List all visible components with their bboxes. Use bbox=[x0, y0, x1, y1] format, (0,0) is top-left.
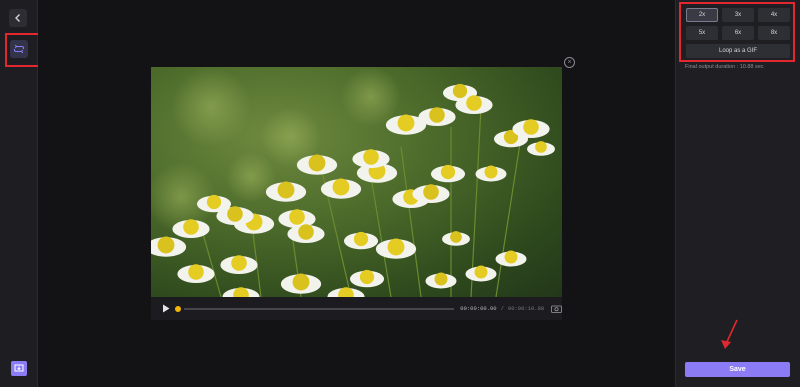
progress-track[interactable] bbox=[183, 307, 455, 310]
loop-as-gif-button[interactable]: Loop as a GIF bbox=[686, 44, 790, 58]
export-icon bbox=[14, 364, 24, 372]
daisy-flower bbox=[418, 107, 456, 126]
play-icon bbox=[163, 304, 170, 313]
speed-option-4x[interactable]: 4x bbox=[758, 8, 790, 22]
daisy-flower bbox=[527, 141, 555, 156]
daisy-flower bbox=[475, 165, 507, 182]
daisy-image bbox=[151, 67, 555, 297]
current-time: 00:00:00.00 bbox=[460, 305, 497, 312]
speed-option-5x[interactable]: 5x bbox=[686, 26, 718, 40]
daisy-flower bbox=[278, 209, 316, 228]
player-controls: 00:00:00.00 / 00:00:10.88 bbox=[151, 297, 562, 320]
daisy-flower bbox=[280, 273, 322, 294]
play-button[interactable] bbox=[162, 304, 172, 314]
video-preview bbox=[151, 67, 562, 297]
daisy-flower bbox=[465, 265, 497, 282]
daisy-flower bbox=[425, 272, 457, 289]
speed-option-2x[interactable]: 2x bbox=[686, 8, 718, 22]
daisy-flower bbox=[177, 264, 215, 283]
daisy-flower bbox=[222, 287, 260, 297]
daisy-flower bbox=[430, 164, 466, 183]
close-circle-icon[interactable]: × bbox=[564, 57, 575, 68]
loop-icon bbox=[13, 44, 25, 54]
daisy-flower bbox=[495, 250, 527, 267]
back-button[interactable] bbox=[9, 9, 27, 27]
save-button[interactable]: Save bbox=[685, 362, 790, 377]
pointer-arrow-icon bbox=[721, 319, 738, 349]
progress-knob[interactable] bbox=[174, 305, 181, 312]
speed-option-8x[interactable]: 8x bbox=[758, 26, 790, 40]
daisy-flower bbox=[412, 184, 450, 203]
speed-option-6x[interactable]: 6x bbox=[722, 26, 754, 40]
chevron-left-icon bbox=[15, 14, 20, 22]
daisy-flower bbox=[151, 236, 187, 257]
loop-tool-button[interactable] bbox=[10, 40, 28, 58]
daisy-flower bbox=[327, 287, 365, 297]
daisy-flower bbox=[349, 269, 385, 288]
daisy-flower bbox=[220, 255, 258, 274]
daisy-flower bbox=[352, 149, 390, 168]
snapshot-icon bbox=[550, 305, 562, 313]
daisy-flower bbox=[343, 231, 379, 250]
speed-option-3x[interactable]: 3x bbox=[722, 8, 754, 22]
daisy-flower bbox=[512, 119, 550, 138]
left-toolbar bbox=[0, 0, 38, 387]
snapshot-button[interactable] bbox=[550, 304, 562, 313]
daisy-flower bbox=[320, 178, 362, 199]
time-separator: / bbox=[500, 305, 504, 312]
total-time: 00:00:10.88 bbox=[507, 305, 545, 312]
output-duration-text: Final output duration : 10.88 sec bbox=[685, 64, 764, 70]
export-button[interactable] bbox=[11, 361, 27, 376]
daisy-flower bbox=[442, 231, 470, 246]
